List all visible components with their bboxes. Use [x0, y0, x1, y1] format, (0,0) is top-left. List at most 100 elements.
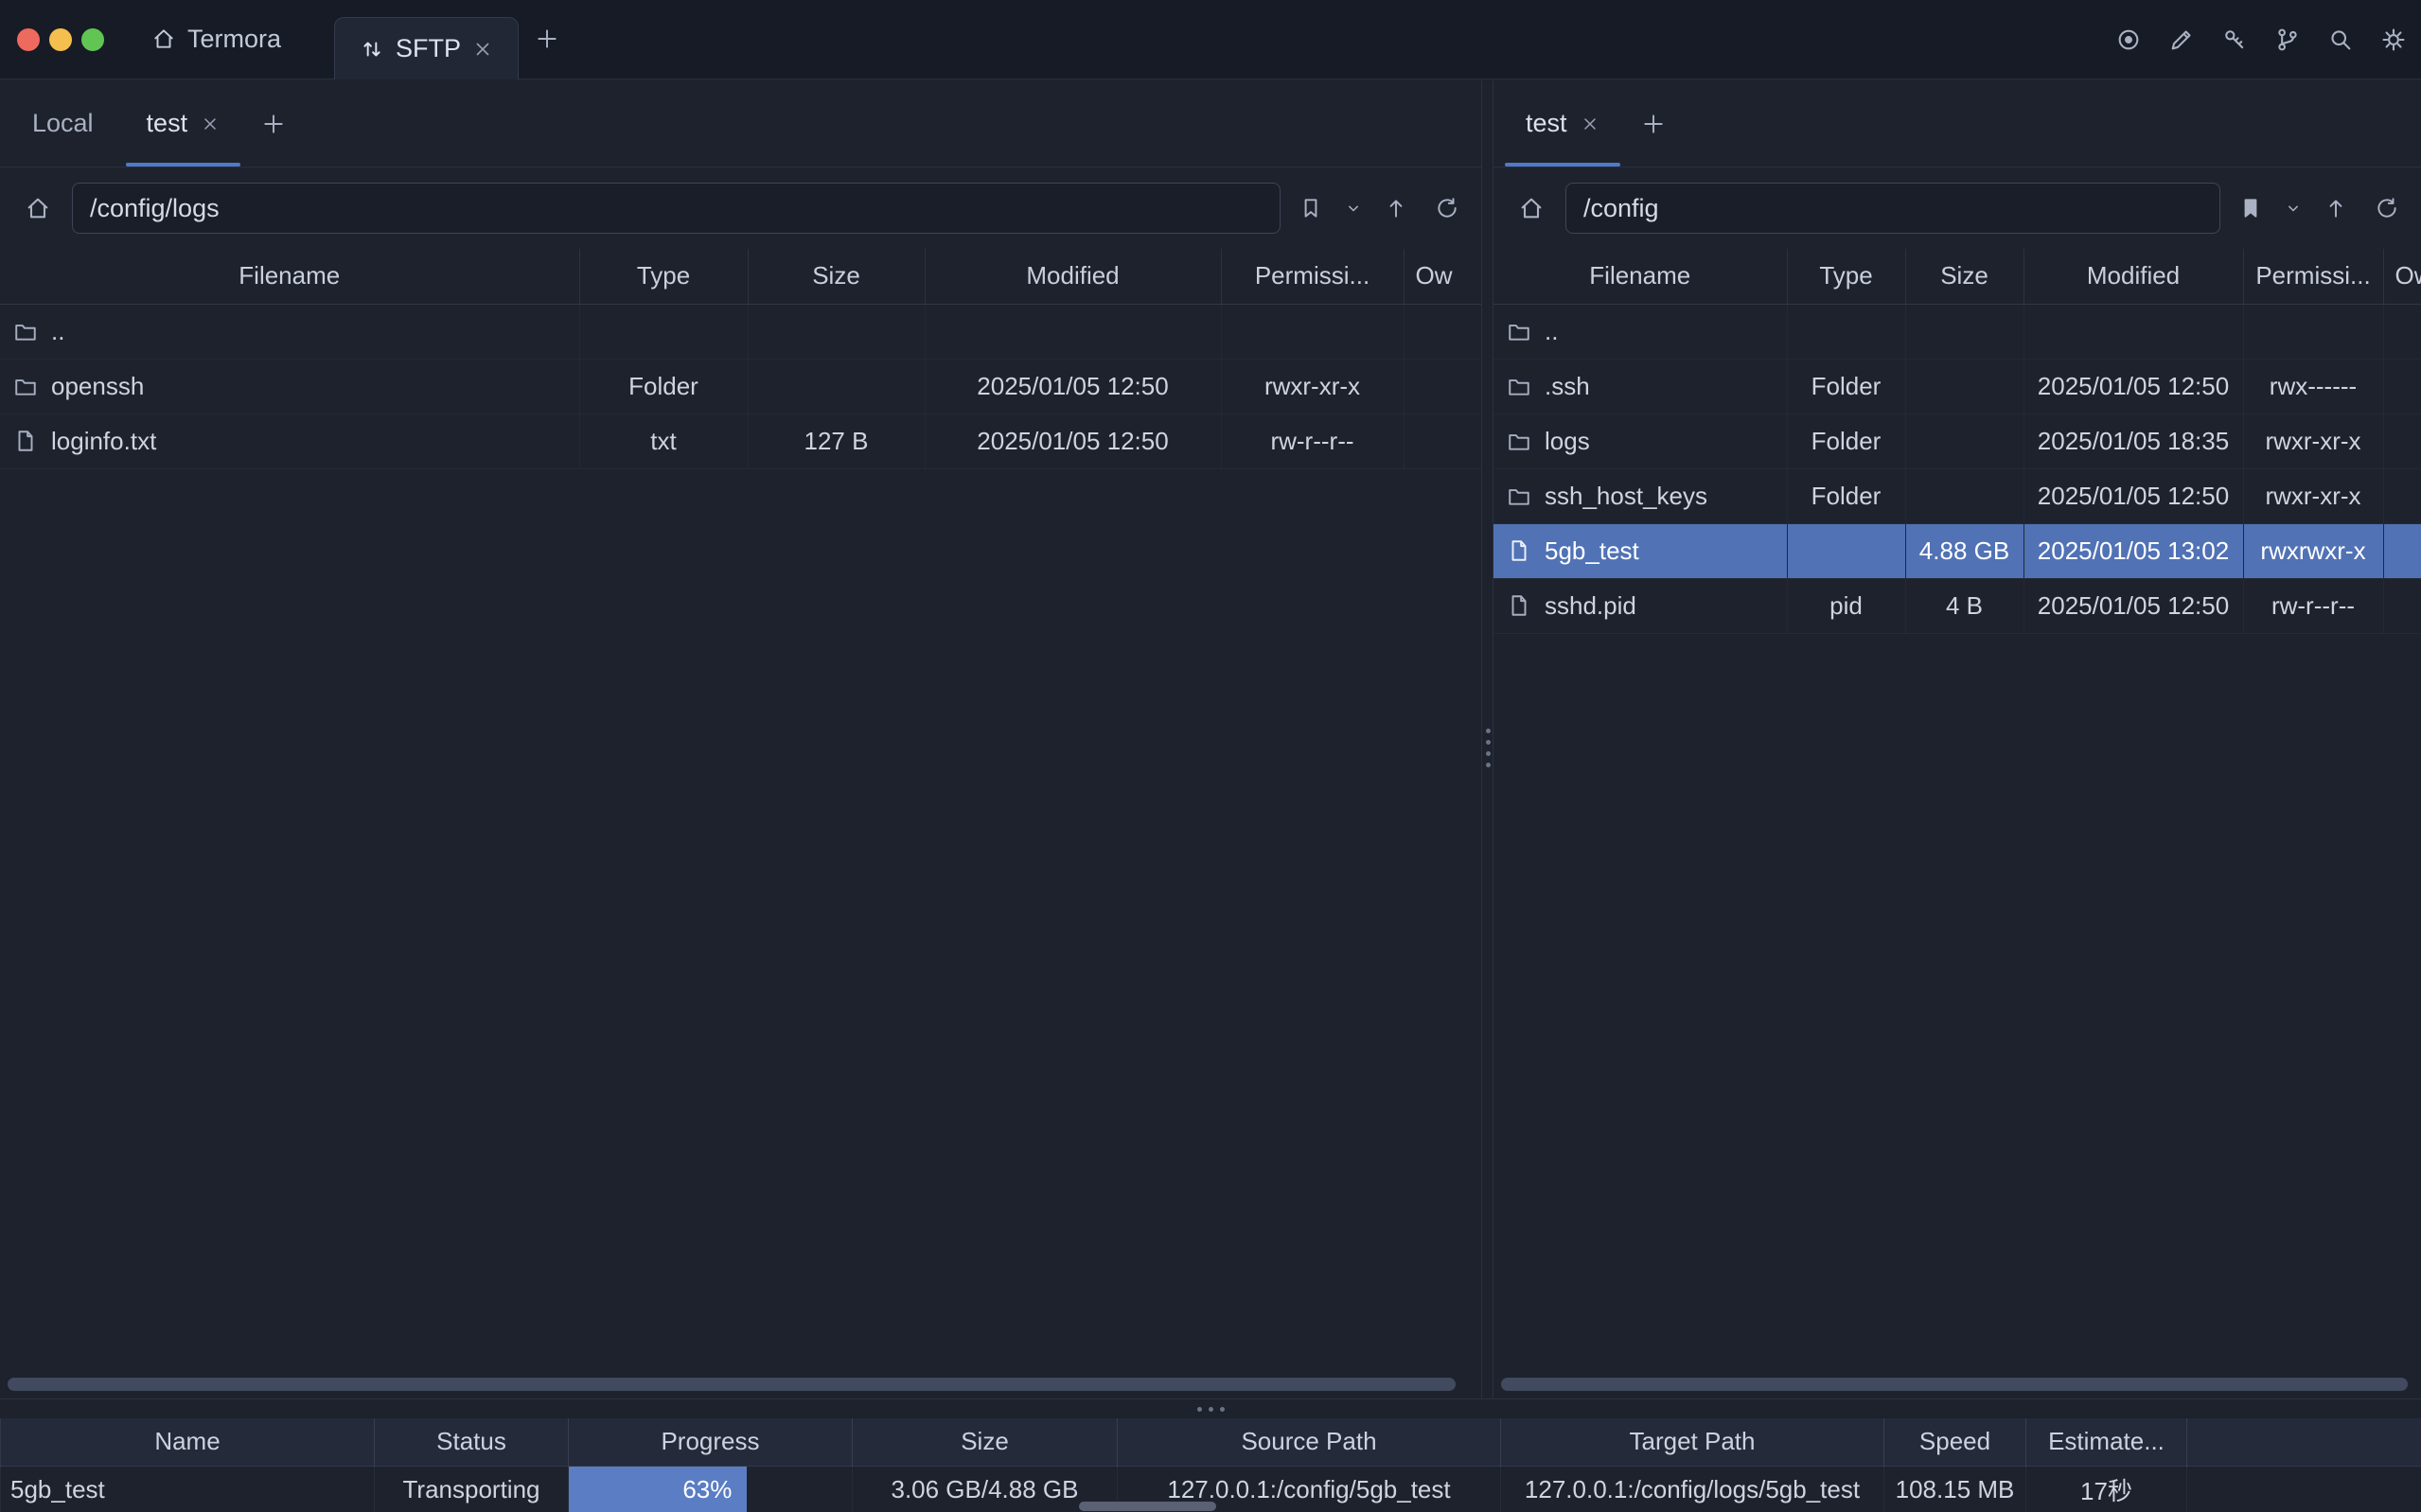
column-header-owner[interactable]: Ow [2383, 249, 2421, 304]
folder-icon [1507, 374, 1531, 398]
column-header-source-path[interactable]: Source Path [1118, 1418, 1501, 1466]
table-row[interactable]: loginfo.txt txt 127 B 2025/01/05 12:50 r… [0, 413, 1481, 468]
tab-termora-label: Termora [187, 25, 281, 54]
column-header-target-path[interactable]: Target Path [1501, 1418, 1884, 1466]
file-modified: 2025/01/05 18:35 [2023, 413, 2243, 468]
file-size: 4 B [1905, 578, 2023, 633]
right-home-button[interactable] [1507, 184, 1556, 233]
left-home-button[interactable] [13, 184, 62, 233]
right-horizontal-scrollbar[interactable] [1501, 1378, 2408, 1391]
file-size: 127 B [748, 413, 925, 468]
column-header-modified[interactable]: Modified [925, 249, 1221, 304]
right-refresh-button[interactable] [2366, 187, 2408, 229]
right-new-tab-button[interactable] [1626, 80, 1681, 167]
tab-termora[interactable]: Termora [125, 0, 308, 79]
column-header-filename[interactable]: Filename [0, 249, 579, 304]
transfer-size: 3.06 GB/4.88 GB [853, 1466, 1118, 1512]
file-permissions: rw-r--r-- [1221, 413, 1404, 468]
left-pane: Local test [0, 80, 1481, 1398]
key-icon[interactable] [2220, 26, 2249, 54]
table-row[interactable]: sshd.pid pid 4 B 2025/01/05 12:50 rw-r--… [1493, 578, 2421, 633]
left-bookmark-dropdown[interactable] [1341, 187, 1366, 229]
refresh-icon [1435, 196, 1459, 220]
column-header-type[interactable]: Type [579, 249, 748, 304]
column-header-size[interactable]: Size [748, 249, 925, 304]
new-window-tab-button[interactable] [519, 0, 575, 79]
column-header-filename[interactable]: Filename [1493, 249, 1787, 304]
column-header-filler [2187, 1418, 2421, 1466]
column-header-status[interactable]: Status [375, 1418, 569, 1466]
left-file-area: Filename Type Size Modified Permissi... … [0, 249, 1481, 1398]
left-horizontal-scrollbar[interactable] [8, 1378, 1456, 1391]
zoom-window-button[interactable] [81, 28, 104, 51]
right-parent-dir-button[interactable] [2315, 187, 2357, 229]
left-path-input[interactable] [72, 183, 1281, 234]
table-row[interactable]: openssh Folder 2025/01/05 12:50 rwxr-xr-… [0, 359, 1481, 413]
file-size [748, 359, 925, 413]
left-tab-local[interactable]: Local [6, 80, 120, 167]
file-permissions: rwxr-xr-x [2243, 413, 2383, 468]
column-header-modified[interactable]: Modified [2023, 249, 2243, 304]
left-parent-dir-button[interactable] [1375, 187, 1417, 229]
settings-icon[interactable] [2379, 26, 2408, 54]
close-icon[interactable] [472, 39, 493, 60]
search-icon[interactable] [2326, 26, 2355, 54]
bookmark-icon [1299, 196, 1323, 220]
file-type: Folder [1787, 359, 1905, 413]
column-header-estimate[interactable]: Estimate... [2026, 1418, 2187, 1466]
pane-divider[interactable] [1481, 80, 1493, 1398]
table-row[interactable]: .ssh Folder 2025/01/05 12:50 rwx------ [1493, 359, 2421, 413]
column-header-permissions[interactable]: Permissi... [1221, 249, 1404, 304]
column-header-permissions[interactable]: Permissi... [2243, 249, 2383, 304]
file-permissions: rwxrwxr-x [2243, 523, 2383, 578]
tab-sftp-label: SFTP [396, 34, 461, 63]
file-size: 4.88 GB [1905, 523, 2023, 578]
tab-sftp[interactable]: SFTP [334, 17, 519, 79]
column-header-name[interactable]: Name [1, 1418, 375, 1466]
column-header-size[interactable]: Size [853, 1418, 1118, 1466]
file-type [1787, 304, 1905, 359]
column-header-speed[interactable]: Speed [1884, 1418, 2026, 1466]
right-bookmark-dropdown[interactable] [2281, 187, 2306, 229]
right-path-bar [1493, 167, 2421, 249]
close-icon[interactable] [201, 114, 220, 133]
column-header-owner[interactable]: Ow [1404, 249, 1481, 304]
transfer-speed: 108.15 MB [1884, 1466, 2026, 1512]
refresh-icon [2375, 196, 2399, 220]
right-path-input[interactable] [1565, 183, 2220, 234]
close-icon[interactable] [1581, 114, 1599, 133]
file-modified [925, 304, 1221, 359]
branch-icon[interactable] [2273, 26, 2302, 54]
file-name: .. [1545, 317, 1558, 346]
chevron-down-icon [2284, 199, 2303, 218]
transfer-horizontal-scrollbar[interactable] [1079, 1502, 1216, 1511]
right-bookmark-button[interactable] [2230, 187, 2271, 229]
transfer-progress-bar: 63% [569, 1466, 853, 1512]
file-modified: 2025/01/05 13:02 [2023, 523, 2243, 578]
table-row-selected[interactable]: 5gb_test 4.88 GB 2025/01/05 13:02 rwxrwx… [1493, 523, 2421, 578]
table-row[interactable]: logs Folder 2025/01/05 18:35 rwxr-xr-x [1493, 413, 2421, 468]
record-icon[interactable] [2114, 26, 2143, 54]
close-window-button[interactable] [17, 28, 40, 51]
left-refresh-button[interactable] [1426, 187, 1468, 229]
right-tab-test[interactable]: test [1499, 80, 1626, 167]
file-permissions: rw-r--r-- [2243, 578, 2383, 633]
file-owner [1404, 413, 1481, 468]
left-bookmark-button[interactable] [1290, 187, 1332, 229]
file-owner [2383, 578, 2421, 633]
table-row[interactable]: ssh_host_keys Folder 2025/01/05 12:50 rw… [1493, 468, 2421, 523]
column-header-size[interactable]: Size [1905, 249, 2023, 304]
table-row[interactable]: .. [0, 304, 1481, 359]
transfer-divider[interactable] [0, 1399, 2421, 1418]
table-row[interactable]: .. [1493, 304, 2421, 359]
file-permissions: rwx------ [2243, 359, 2383, 413]
left-tab-test[interactable]: test [120, 80, 247, 167]
minimize-window-button[interactable] [49, 28, 72, 51]
column-header-progress[interactable]: Progress [569, 1418, 853, 1466]
file-name: loginfo.txt [51, 427, 156, 456]
right-pane-tabs: test [1493, 80, 2421, 167]
left-new-tab-button[interactable] [246, 80, 301, 167]
file-icon [1507, 593, 1531, 618]
column-header-type[interactable]: Type [1787, 249, 1905, 304]
edit-icon[interactable] [2167, 26, 2196, 54]
